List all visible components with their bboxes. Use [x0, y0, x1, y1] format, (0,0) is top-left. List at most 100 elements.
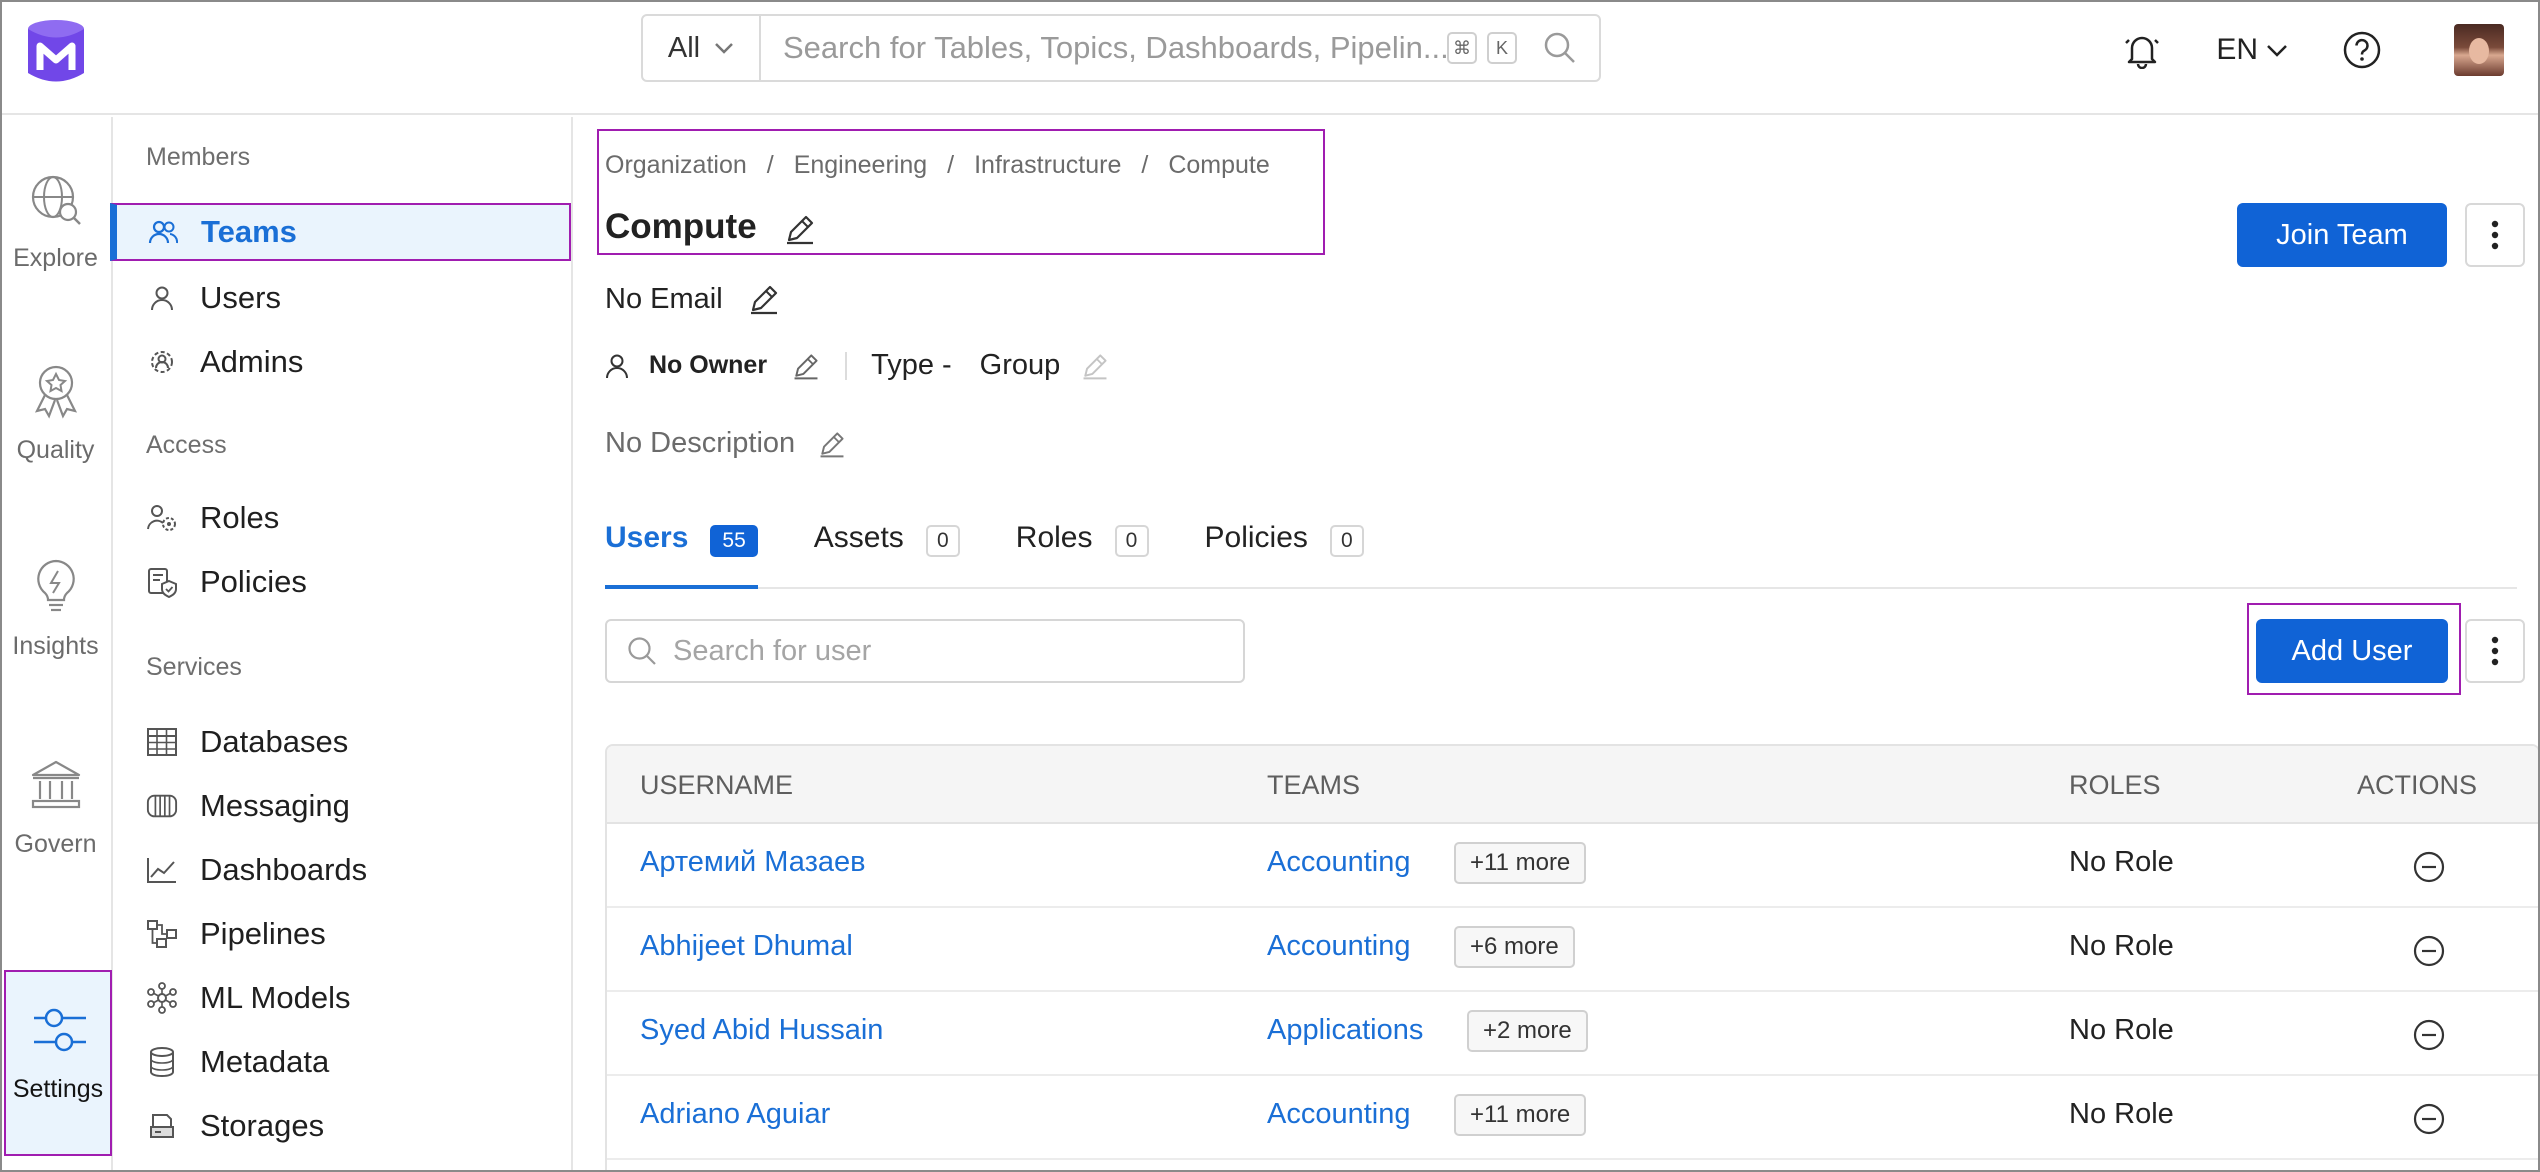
add-user-button[interactable]: Add User: [2256, 619, 2448, 683]
nav-explore-label: Explore: [13, 244, 98, 272]
breadcrumb-item-infrastructure[interactable]: Infrastructure: [974, 151, 1121, 180]
sidebar-item-policies[interactable]: Policies: [113, 553, 573, 611]
edit-pencil-icon[interactable]: [791, 351, 821, 381]
sidebar-item-label: Roles: [200, 500, 280, 535]
sidebar-item-roles[interactable]: Roles: [113, 489, 573, 547]
edit-pencil-icon[interactable]: [783, 212, 817, 246]
award-icon: [34, 365, 77, 419]
team-link[interactable]: Accounting: [1267, 1098, 1411, 1131]
username-link[interactable]: Adriano Aguiar: [640, 1098, 830, 1131]
sidebar-item-metadata[interactable]: Metadata: [113, 1033, 573, 1091]
search-icon[interactable]: [1543, 31, 1577, 65]
sidebar-item-label: Users: [200, 280, 281, 315]
sidebar-item-label: Messaging: [200, 788, 350, 823]
search-input[interactable]: Search for Tables, Topics, Dashboards, P…: [761, 30, 1447, 66]
users-table: USERNAME TEAMS ROLES ACTIONS Артемий Маз…: [605, 744, 2540, 1172]
bell-icon[interactable]: [2124, 31, 2160, 69]
sidebar-item-storages[interactable]: Storages: [113, 1097, 573, 1155]
messaging-icon: [146, 790, 178, 822]
tab-users[interactable]: Users 55: [605, 521, 758, 589]
more-teams-badge[interactable]: +2 more: [1467, 1010, 1588, 1052]
nav-govern[interactable]: Govern: [0, 757, 111, 859]
search-scope-select[interactable]: All: [643, 16, 761, 80]
more-teams-badge[interactable]: +11 more: [1454, 1094, 1587, 1136]
chevron-down-icon: [2267, 44, 2287, 57]
username-link[interactable]: Syed Abid Hussain: [640, 1014, 883, 1047]
tab-count-badge: 55: [710, 525, 758, 557]
nav-explore[interactable]: Explore: [0, 173, 111, 273]
sidebar-item-ml-models[interactable]: ML Models: [113, 969, 573, 1027]
sidebar-item-label: Pipelines: [200, 916, 326, 951]
remove-user-icon[interactable]: [2412, 1018, 2446, 1052]
storage-icon: [146, 1110, 178, 1142]
breadcrumb-item-organization[interactable]: Organization: [605, 151, 747, 180]
sidebar-item-dashboards[interactable]: Dashboards: [113, 841, 573, 899]
kebab-menu-icon: [2491, 636, 2499, 666]
section-services: Services: [146, 653, 242, 681]
tab-label: Policies: [1204, 521, 1308, 554]
team-link[interactable]: Accounting: [1267, 846, 1411, 879]
column-header-actions: ACTIONS: [2357, 770, 2478, 800]
breadcrumb-item-engineering[interactable]: Engineering: [794, 151, 927, 180]
tab-policies[interactable]: Policies 0: [1205, 521, 1364, 589]
sidebar-item-label: Metadata: [200, 1044, 330, 1079]
nav-insights[interactable]: Insights: [0, 557, 111, 661]
breadcrumb: Organization / Engineering / Infrastruct…: [605, 151, 1270, 180]
table-row: Abhijeet Dhumal Accounting +6 more No Ro…: [607, 908, 2538, 992]
join-team-button[interactable]: Join Team: [2237, 203, 2447, 267]
user-search-placeholder: Search for user: [673, 634, 872, 667]
remove-user-icon[interactable]: [2412, 1102, 2446, 1136]
sidebar-item-teams[interactable]: Teams: [110, 203, 571, 261]
users-more-options-button[interactable]: [2465, 619, 2525, 683]
tab-assets[interactable]: Assets 0: [814, 521, 960, 589]
page-title: Compute: [605, 207, 757, 246]
more-teams-badge[interactable]: +11 more: [1454, 842, 1587, 884]
team-more-options-button[interactable]: [2465, 203, 2525, 267]
globe-search-icon: [31, 175, 81, 225]
edit-pencil-icon[interactable]: [747, 282, 781, 316]
user-search-input[interactable]: Search for user: [605, 619, 1245, 683]
team-link[interactable]: Applications: [1267, 1014, 1423, 1047]
language-select[interactable]: EN: [2216, 33, 2288, 67]
nav-settings[interactable]: Settings: [4, 970, 112, 1156]
sidebar-item-databases[interactable]: Databases: [113, 713, 573, 771]
kebab-menu-icon: [2491, 220, 2499, 250]
table-header: USERNAME TEAMS ROLES ACTIONS: [607, 746, 2538, 824]
team-tabs: Users 55 Assets 0 Roles 0 Policies 0: [605, 521, 2517, 589]
line-chart-icon: [146, 854, 178, 886]
table-row: Adriano Aguiar Accounting +11 more No Ro…: [607, 1076, 2538, 1160]
username-link[interactable]: Артемий Мазаев: [640, 846, 866, 879]
policy-icon: [146, 566, 178, 598]
sidebar-item-users[interactable]: Users: [113, 269, 573, 327]
user-avatar[interactable]: [2454, 24, 2504, 76]
teams-icon: [147, 216, 179, 248]
search-scope-value: All: [667, 31, 701, 64]
more-teams-badge[interactable]: +6 more: [1454, 926, 1575, 968]
breadcrumb-separator: /: [1141, 151, 1149, 179]
sidebar-item-admins[interactable]: Admins: [113, 333, 573, 391]
role-value: No Role: [2069, 930, 2174, 962]
app-logo[interactable]: [24, 18, 88, 84]
team-link[interactable]: Accounting: [1267, 930, 1411, 963]
tab-label: Roles: [1015, 521, 1093, 554]
role-value: No Role: [2069, 1098, 2174, 1130]
global-search[interactable]: All Search for Tables, Topics, Dashboard…: [641, 14, 1601, 82]
username-link[interactable]: Abhijeet Dhumal: [640, 930, 853, 963]
remove-user-icon[interactable]: [2412, 850, 2446, 884]
tab-count-badge: 0: [1329, 525, 1364, 557]
admin-gear-icon: [146, 346, 178, 378]
tab-roles[interactable]: Roles 0: [1016, 521, 1149, 589]
sidebar-item-messaging[interactable]: Messaging: [113, 777, 573, 835]
shortcut-cmd-key: ⌘: [1447, 32, 1477, 64]
remove-user-icon[interactable]: [2412, 934, 2446, 968]
team-description-row: No Description: [605, 427, 847, 460]
table-row: Артемий Мазаев Accounting +11 more No Ro…: [607, 824, 2538, 908]
section-members: Members: [146, 143, 251, 171]
edit-pencil-icon[interactable]: [817, 429, 847, 459]
tab-count-badge: 0: [925, 525, 960, 557]
sidebar-item-pipelines[interactable]: Pipelines: [113, 905, 573, 963]
help-icon[interactable]: [2342, 30, 2382, 70]
breadcrumb-separator: /: [947, 151, 955, 179]
nav-quality[interactable]: Quality: [0, 363, 111, 465]
ml-model-icon: [146, 982, 178, 1014]
